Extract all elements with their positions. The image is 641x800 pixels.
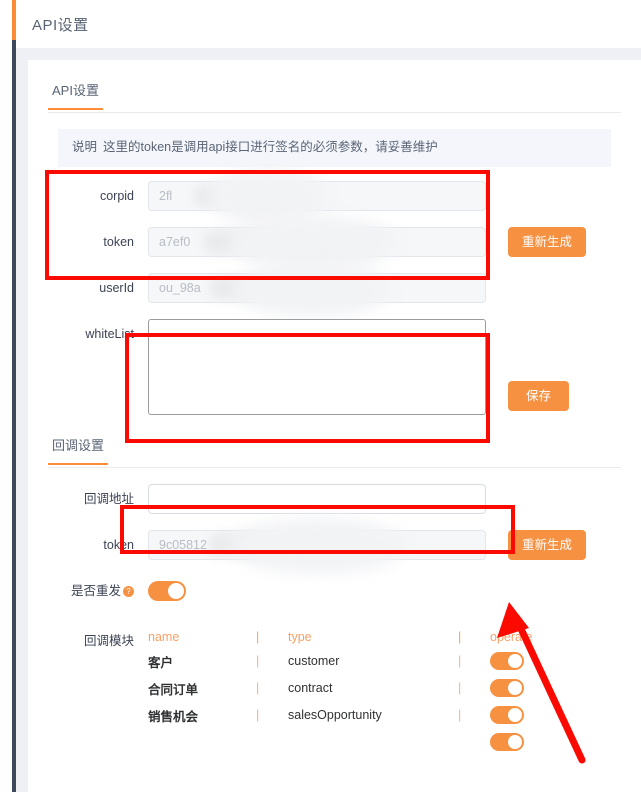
info-banner: 说明 这里的token是调用api接口进行签名的必须参数，请妥善维护	[58, 129, 611, 167]
row-separator-1: |	[256, 681, 260, 695]
form-row-corpid: corpid	[48, 166, 621, 225]
settings-card: API设置 说明 这里的token是调用api接口进行签名的必须参数，请妥善维护 …	[28, 60, 641, 800]
callback-modules-wrap: name | type | operate 客户 | customer | 合同…	[148, 626, 621, 755]
resend-toggle[interactable]	[148, 580, 186, 601]
label-corpid: corpid	[99, 188, 134, 203]
module-toggle-cell	[490, 675, 532, 702]
tab-callback-settings[interactable]: 回调设置	[48, 433, 109, 465]
field-resend-wrap	[148, 576, 486, 601]
row-separator-2	[458, 729, 490, 755]
row-separator-2: |	[458, 681, 462, 695]
label-callback-address: 回调地址	[83, 491, 134, 506]
page-body: API设置 说明 这里的token是调用api接口进行签名的必须参数，请妥善维护 …	[16, 48, 641, 800]
info-banner-label: 说明	[72, 140, 98, 154]
module-type	[288, 729, 458, 755]
table-header-row: name | type | operate	[148, 626, 532, 648]
api-tab-bar: API设置	[48, 78, 621, 113]
module-type: salesOpportunity	[288, 708, 382, 722]
column-header-type: type	[288, 629, 312, 644]
callback-address-input[interactable]	[148, 483, 486, 514]
column-separator-1: |	[256, 629, 260, 644]
module-toggle-cell	[490, 648, 532, 675]
module-name	[148, 729, 256, 755]
table-row	[148, 729, 532, 755]
page-title: API设置	[32, 16, 89, 34]
field-userid-wrap	[148, 262, 486, 317]
callback-tab-active-underline	[48, 462, 109, 465]
table-row: 客户 | customer |	[148, 648, 532, 675]
callback-token-regenerate-button[interactable]: 重新生成	[508, 529, 587, 560]
form-row-callback-modules: 回调模块 name | type | operate 客户 | customer…	[48, 626, 621, 755]
column-header-operate: operate	[490, 629, 533, 644]
field-token-wrap	[148, 214, 486, 271]
label-resend: 是否重发?	[48, 576, 148, 606]
row-separator-1	[256, 729, 288, 755]
callback-tab-bar: 回调设置	[48, 433, 621, 468]
row-separator-1: |	[256, 654, 260, 668]
module-toggle[interactable]	[490, 732, 524, 751]
label-token: token	[103, 234, 134, 249]
whitelist-textarea[interactable]	[148, 318, 486, 415]
column-separator-2: |	[458, 629, 462, 644]
form-row-callback-token: token 重新生成	[48, 517, 621, 574]
module-name: 销售机会	[148, 709, 199, 724]
row-separator-1: |	[256, 708, 260, 722]
module-name: 客户	[148, 655, 174, 670]
label-userid: userId	[99, 280, 134, 295]
corpid-input[interactable]	[148, 180, 486, 211]
info-banner-text: 这里的token是调用api接口进行签名的必须参数，请妥善维护	[103, 140, 438, 154]
tab-callback-settings-label: 回调设置	[52, 437, 105, 453]
row-separator-2: |	[458, 654, 462, 668]
question-icon[interactable]: ?	[123, 585, 134, 597]
row-separator-2: |	[458, 708, 462, 722]
field-callback-address-wrap	[148, 483, 486, 514]
form-row-callback-address: 回调地址	[48, 483, 621, 514]
userid-input[interactable]	[148, 272, 486, 303]
label-resend-text: 是否重发	[70, 583, 121, 598]
module-toggle[interactable]	[490, 706, 524, 724]
label-callback-token: token	[103, 537, 134, 552]
module-toggle-cell	[490, 729, 532, 755]
api-token-regenerate-button[interactable]: 重新生成	[508, 226, 587, 257]
table-row: 销售机会 | salesOpportunity |	[148, 702, 532, 729]
module-toggle[interactable]	[490, 652, 524, 670]
module-toggle-cell	[490, 702, 532, 729]
field-whitelist-wrap	[148, 318, 486, 415]
module-type: contract	[288, 681, 333, 695]
table-row: 合同订单 | contract |	[148, 675, 532, 702]
field-corpid-wrap	[148, 166, 486, 225]
page-header: API设置	[16, 0, 641, 48]
module-toggle[interactable]	[490, 679, 524, 697]
label-callback-modules: 回调模块	[83, 633, 134, 648]
form-row-resend: 是否重发?	[48, 576, 621, 606]
module-type: customer	[288, 654, 340, 668]
module-name: 合同订单	[148, 682, 199, 697]
whitelist-save-button[interactable]: 保存	[508, 380, 570, 411]
column-header-name: name	[148, 629, 180, 644]
tab-api-settings[interactable]: API设置	[48, 78, 103, 110]
tab-active-underline	[48, 108, 103, 110]
label-whitelist: whiteList	[85, 326, 134, 341]
form-row-userid: userId	[48, 262, 621, 317]
form-row-whitelist: whiteList 保存	[48, 318, 621, 415]
callback-token-input[interactable]	[148, 529, 486, 560]
token-input[interactable]	[148, 226, 486, 257]
tab-api-settings-label: API设置	[52, 83, 99, 98]
field-callback-token-wrap	[148, 517, 486, 574]
form-row-token: token 重新生成	[48, 214, 621, 271]
callback-modules-table: name | type | operate 客户 | customer | 合同…	[148, 626, 532, 755]
